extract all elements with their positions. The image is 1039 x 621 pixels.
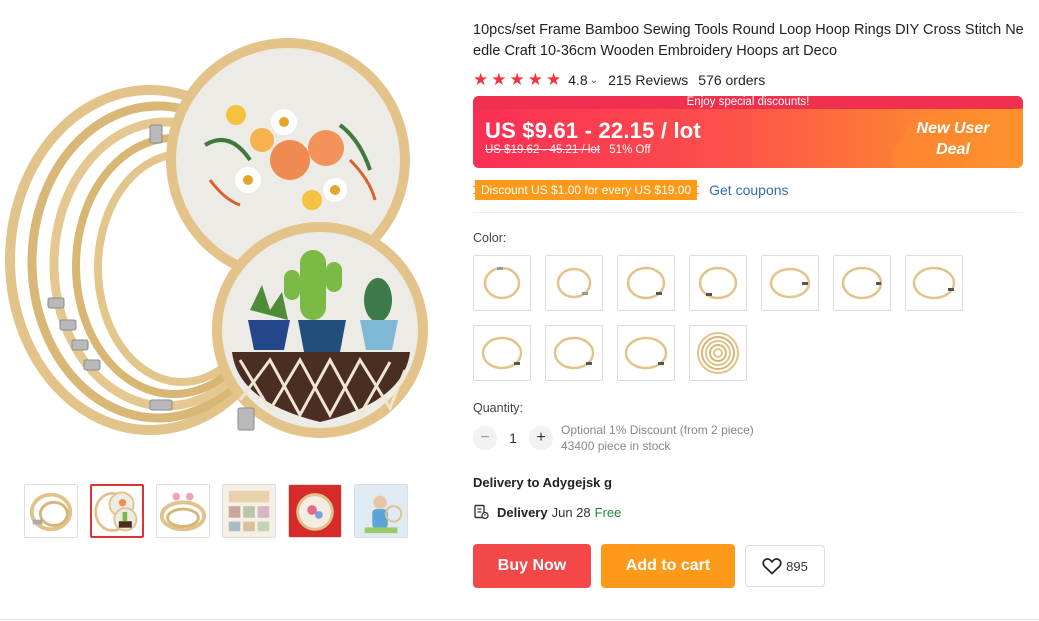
- color-swatch-9[interactable]: [545, 325, 603, 381]
- add-to-cart-button[interactable]: Add to cart: [601, 544, 735, 588]
- original-price-row: US $19.62 - 45.21 / lot 51% Off: [485, 144, 651, 156]
- star-icon: ★: [509, 70, 525, 89]
- star-icon: ★: [527, 70, 543, 89]
- color-swatch-10[interactable]: [617, 325, 675, 381]
- product-gallery: [0, 0, 440, 621]
- delivery-free: Free: [594, 504, 622, 520]
- page-bottom-divider: [0, 619, 1039, 620]
- rating-value[interactable]: 4.8: [568, 72, 587, 88]
- color-swatches: [473, 255, 993, 381]
- color-swatch-4[interactable]: [689, 255, 747, 311]
- orders-count: 576 orders: [698, 72, 766, 88]
- stock-note: 43400 piece in stock: [561, 439, 671, 453]
- color-swatch-7[interactable]: [905, 255, 963, 311]
- quantity-label: Quantity:: [473, 401, 524, 415]
- price-banner: Enjoy special discounts! US $9.61 - 22.1…: [473, 96, 1023, 168]
- quantity-increase-button[interactable]: +: [529, 426, 553, 450]
- coupon-tag: Discount US $1.00 for every US $19.00: [473, 180, 700, 200]
- quantity-note: Optional 1% Discount (from 2 piece) 4340…: [561, 422, 754, 454]
- thumbnail-4[interactable]: [222, 484, 276, 538]
- rating-row: ★ ★ ★ ★ ★ 4.8 ⌄ 215 Reviews 576 orders: [473, 70, 1025, 90]
- get-coupons-link[interactable]: Get coupons: [709, 182, 788, 198]
- color-swatch-8[interactable]: [473, 325, 531, 381]
- color-swatch-1[interactable]: [473, 255, 531, 311]
- delivery-date: Jun 28: [551, 504, 591, 520]
- deal-line-2: Deal: [936, 141, 970, 158]
- color-label: Color:: [473, 231, 507, 245]
- star-icon: ★: [546, 70, 562, 89]
- thumbnail-6[interactable]: [354, 484, 408, 538]
- color-swatch-2[interactable]: [545, 255, 603, 311]
- original-price: US $19.62 - 45.21 / lot: [485, 144, 601, 156]
- color-swatch-3[interactable]: [617, 255, 675, 311]
- quantity-stepper: − 1 + Optional 1% Discount (from 2 piece…: [473, 423, 1025, 453]
- thumbnail-strip: [24, 484, 408, 538]
- reviews-link[interactable]: 215 Reviews: [608, 72, 688, 88]
- color-swatch-5[interactable]: [761, 255, 819, 311]
- coupon-row: Discount US $1.00 for every US $19.00 Ge…: [473, 180, 1025, 200]
- star-icon: ★: [473, 70, 489, 89]
- delivery-destination[interactable]: Delivery to Adygejsk g: [473, 475, 1025, 490]
- wishlist-button[interactable]: 895: [745, 545, 825, 587]
- star-rating: ★ ★ ★ ★ ★: [473, 70, 562, 89]
- delivery-icon: [474, 504, 489, 520]
- bulk-discount-note: Optional 1% Discount (from 2 piece): [561, 423, 754, 437]
- product-title: 10pcs/set Frame Bamboo Sewing Tools Roun…: [473, 22, 1024, 59]
- wishlist-count: 895: [786, 558, 808, 574]
- divider: [473, 212, 1023, 213]
- thumbnail-5[interactable]: [288, 484, 342, 538]
- thumbnail-2[interactable]: [90, 484, 144, 538]
- quantity-decrease-button[interactable]: −: [473, 426, 497, 450]
- delivery-row: Delivery Jun 28 Free: [473, 504, 1025, 520]
- main-product-image[interactable]: [0, 30, 440, 440]
- buy-now-button[interactable]: Buy Now: [473, 544, 591, 588]
- chevron-down-icon[interactable]: ⌄: [590, 75, 598, 86]
- heart-icon: [762, 558, 782, 575]
- thumbnail-1[interactable]: [24, 484, 78, 538]
- action-buttons: Buy Now Add to cart 895: [473, 544, 1025, 588]
- discount-percent: 51% Off: [609, 144, 651, 156]
- deal-line-1: New User: [916, 120, 990, 137]
- thumbnail-3[interactable]: [156, 484, 210, 538]
- current-price: US $9.61 - 22.15 / lot: [485, 118, 701, 143]
- quantity-value[interactable]: 1: [497, 430, 529, 446]
- delivery-label: Delivery: [497, 504, 548, 520]
- star-icon: ★: [491, 70, 507, 89]
- color-swatch-6[interactable]: [833, 255, 891, 311]
- product-info-panel: 10pcs/set Frame Bamboo Sewing Tools Roun…: [473, 20, 1025, 588]
- color-swatch-11[interactable]: [689, 325, 747, 381]
- new-user-deal-text: New User Deal: [903, 118, 1003, 160]
